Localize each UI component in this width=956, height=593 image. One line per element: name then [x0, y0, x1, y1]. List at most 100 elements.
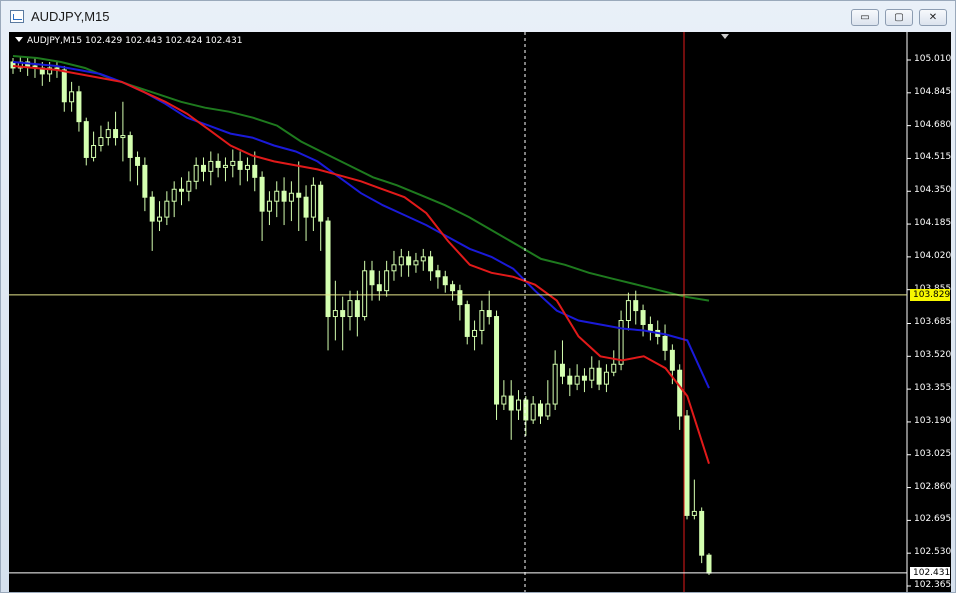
- close-button[interactable]: ✕: [919, 9, 947, 26]
- bull-candle: [164, 200, 170, 218]
- ma-slow-line: [12, 55, 710, 302]
- bear-candle: [647, 323, 653, 331]
- chart-area[interactable]: AUDJPY,M15 102.429 102.443 102.424 102.4…: [9, 32, 951, 592]
- bear-candle: [662, 335, 668, 351]
- bull-candle: [105, 129, 111, 139]
- bear-candle: [135, 156, 141, 166]
- bull-candle: [691, 510, 697, 516]
- bear-candle: [113, 129, 119, 139]
- bear-candle: [428, 256, 434, 272]
- dropdown-triangle-icon: [15, 37, 23, 42]
- bull-candle: [91, 145, 97, 158]
- ma-fast-line: [12, 65, 710, 465]
- window-title: AUDJPY,M15: [31, 9, 110, 24]
- bear-candle: [486, 310, 492, 318]
- bear-candle: [369, 270, 375, 286]
- bull-candle: [384, 270, 390, 292]
- bear-candle: [83, 121, 89, 158]
- bull-candle: [332, 310, 338, 318]
- bull-candle: [222, 164, 228, 168]
- bull-candle: [193, 164, 199, 182]
- chart-window-icon: [10, 10, 24, 23]
- bull-candle: [186, 180, 192, 192]
- price-axis-label: 104.680: [914, 119, 952, 130]
- bull-candle: [530, 403, 536, 421]
- bear-candle: [179, 188, 185, 192]
- price-chart[interactable]: [9, 32, 951, 592]
- bear-candle: [149, 196, 155, 222]
- bear-candle: [596, 367, 602, 385]
- price-axis-label: 104.350: [914, 185, 952, 196]
- bear-candle: [376, 284, 382, 292]
- maximize-icon: ▢: [894, 12, 904, 23]
- bear-candle: [442, 276, 448, 286]
- bull-candle: [516, 399, 522, 411]
- title-bar[interactable]: AUDJPY,M15 ▭ ▢ ✕: [1, 1, 955, 33]
- bear-candle: [677, 369, 683, 417]
- current-price-tag: 102.431: [910, 566, 950, 579]
- crosshair-price-tag: 103.829: [910, 288, 950, 301]
- close-icon: ✕: [928, 12, 938, 23]
- price-axis-label: 102.365: [914, 580, 952, 590]
- bear-candle: [325, 220, 331, 318]
- bull-candle: [625, 300, 631, 322]
- bull-candle: [545, 403, 551, 417]
- price-axis-label: 104.845: [914, 86, 952, 97]
- bull-candle: [274, 190, 280, 202]
- symbol-ohlc-text: AUDJPY,M15 102.429 102.443 102.424 102.4…: [27, 36, 243, 46]
- minimize-icon: ▭: [860, 12, 870, 23]
- bull-candle: [413, 260, 419, 266]
- bull-candle: [157, 216, 163, 222]
- price-axis-label: 104.185: [914, 218, 952, 229]
- bull-candle: [589, 367, 595, 381]
- bear-candle: [640, 310, 646, 325]
- bull-candle: [501, 395, 507, 405]
- price-axis-label: 103.685: [914, 317, 952, 328]
- bear-candle: [559, 363, 565, 377]
- minimize-button[interactable]: ▭: [851, 9, 879, 26]
- bear-candle: [684, 415, 690, 516]
- price-axis-label: 103.355: [914, 383, 952, 394]
- bull-candle: [98, 137, 104, 147]
- bull-candle: [391, 264, 397, 272]
- bull-candle: [230, 160, 236, 166]
- bull-candle: [362, 270, 368, 318]
- bear-candle: [142, 164, 148, 198]
- bear-candle: [633, 300, 639, 312]
- bull-candle: [420, 256, 426, 262]
- bear-candle: [340, 310, 346, 318]
- bull-candle: [310, 184, 316, 218]
- bear-candle: [215, 160, 221, 168]
- price-axis-label: 103.190: [914, 415, 952, 426]
- bull-candle: [347, 300, 353, 318]
- bear-candle: [303, 196, 309, 218]
- bull-candle: [611, 363, 617, 373]
- bear-candle: [435, 270, 441, 278]
- bear-candle: [508, 395, 514, 411]
- chart-window: AUDJPY,M15 ▭ ▢ ✕ AUDJPY,M15 102.429 102.…: [0, 0, 956, 593]
- price-axis-label: 103.025: [914, 448, 952, 459]
- price-axis-label: 105.010: [914, 54, 952, 64]
- symbol-ohlc-label: AUDJPY,M15 102.429 102.443 102.424 102.4…: [15, 36, 242, 46]
- bear-candle: [457, 290, 463, 306]
- bear-candle: [61, 69, 67, 103]
- bear-candle: [252, 164, 258, 178]
- bear-candle: [406, 256, 412, 266]
- price-axis-label: 104.020: [914, 250, 952, 261]
- price-axis-label: 102.860: [914, 481, 952, 492]
- bear-candle: [581, 375, 587, 381]
- bear-candle: [281, 190, 287, 202]
- bear-candle: [567, 375, 573, 385]
- shift-marker-icon: [721, 34, 729, 39]
- bear-candle: [200, 164, 206, 172]
- price-axis-label: 104.515: [914, 152, 952, 163]
- bull-candle: [603, 371, 609, 385]
- bear-candle: [699, 510, 705, 556]
- bear-candle: [127, 135, 133, 158]
- bear-candle: [706, 554, 712, 574]
- maximize-button[interactable]: ▢: [885, 9, 913, 26]
- bear-candle: [464, 304, 470, 337]
- bull-candle: [120, 135, 126, 139]
- price-axis-label: 102.695: [914, 514, 952, 525]
- bull-candle: [552, 363, 558, 405]
